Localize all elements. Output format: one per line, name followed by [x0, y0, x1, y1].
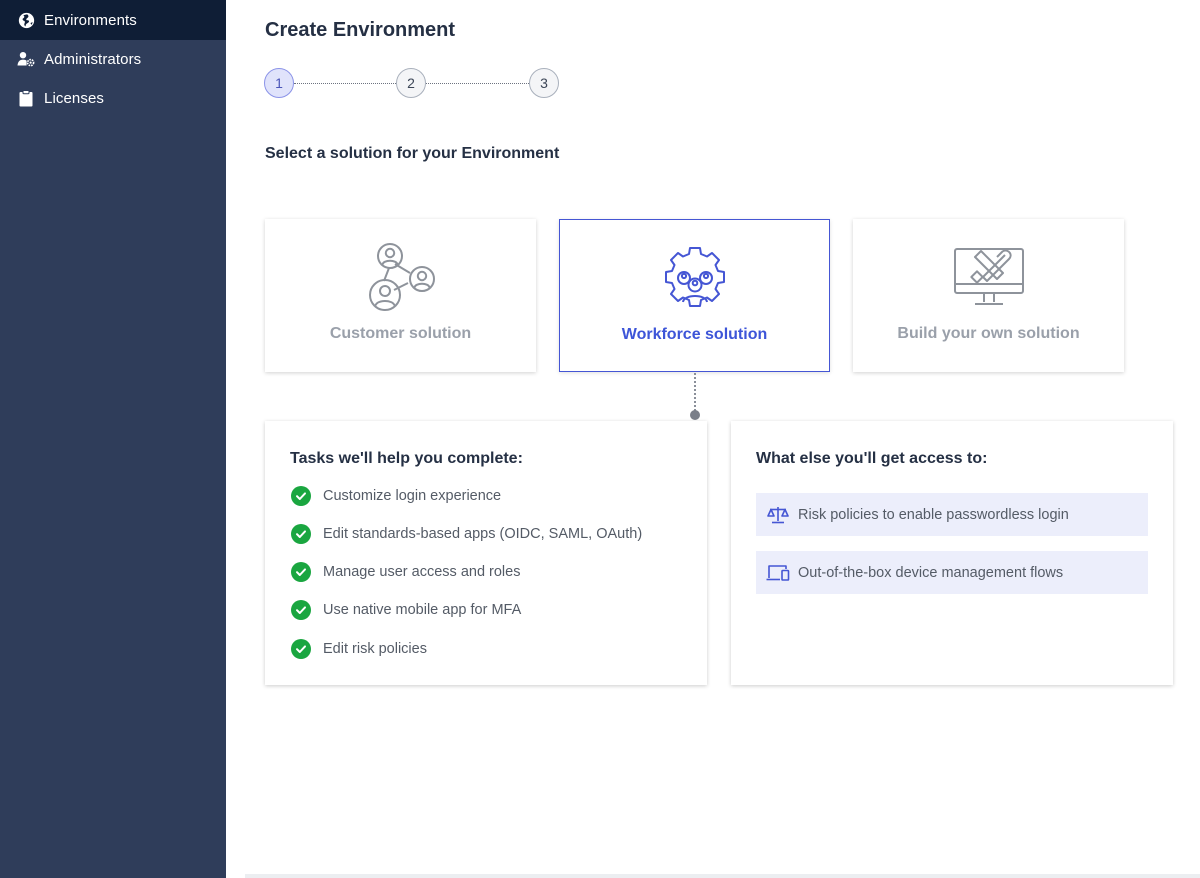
check-circle-icon	[291, 524, 311, 544]
app-root: Environments Administrators Licenses Cre…	[0, 0, 1200, 878]
devices-icon	[766, 563, 790, 583]
clipboard-icon	[17, 89, 35, 107]
tasks-panel-title: Tasks we'll help you complete:	[290, 450, 523, 467]
section-heading: Select a solution for your Environment	[265, 145, 560, 162]
scale-icon	[766, 505, 790, 525]
task-label: Edit standards-based apps (OIDC, SAML, O…	[323, 526, 643, 542]
task-item: Use native mobile app for MFA	[291, 599, 521, 621]
user-gear-icon	[17, 50, 35, 68]
bottom-divider	[245, 874, 1200, 878]
perk-label: Risk policies to enable passwordless log…	[798, 506, 1069, 523]
step-3[interactable]: 3	[529, 68, 559, 98]
check-circle-icon	[291, 600, 311, 620]
task-item: Manage user access and roles	[291, 561, 520, 583]
workforce-solution-card[interactable]: Workforce solution	[559, 219, 830, 372]
gear-people-icon	[664, 247, 725, 307]
perk-item: Risk policies to enable passwordless log…	[756, 493, 1148, 536]
monitor-tools-icon	[953, 248, 1024, 305]
selection-connector	[694, 373, 696, 411]
check-circle-icon	[291, 562, 311, 582]
build-your-own-solution-card[interactable]: Build your own solution	[853, 219, 1124, 372]
card-label: Workforce solution	[621, 326, 768, 343]
step-connector	[294, 83, 396, 84]
card-label: Customer solution	[329, 325, 472, 342]
task-label: Customize login experience	[323, 488, 502, 504]
task-item: Customize login experience	[291, 485, 501, 507]
step-connector	[426, 83, 529, 84]
sidebar: Environments Administrators Licenses	[0, 0, 226, 878]
sidebar-item-label: Environments	[44, 11, 137, 29]
step-2[interactable]: 2	[396, 68, 426, 98]
selection-connector-dot	[690, 410, 700, 420]
task-item: Edit standards-based apps (OIDC, SAML, O…	[291, 523, 642, 545]
check-circle-icon	[291, 639, 311, 659]
perk-label: Out-of-the-box device management flows	[798, 564, 1064, 581]
page-title: Create Environment	[265, 19, 456, 41]
card-label: Build your own solution	[897, 325, 1080, 342]
sidebar-item-label: Licenses	[44, 89, 105, 107]
customer-solution-card[interactable]: Customer solution	[265, 219, 536, 372]
task-label: Manage user access and roles	[323, 564, 521, 580]
perk-item: Out-of-the-box device management flows	[756, 551, 1148, 594]
tasks-panel: Tasks we'll help you complete: Customize…	[265, 421, 707, 685]
step-1[interactable]: 1	[264, 68, 294, 98]
sidebar-item-environments[interactable]: Environments	[0, 0, 226, 40]
task-label: Use native mobile app for MFA	[323, 602, 522, 618]
sidebar-item-administrators[interactable]: Administrators	[0, 39, 226, 79]
task-item: Edit risk policies	[291, 638, 427, 660]
globe-icon	[17, 11, 35, 29]
sidebar-item-label: Administrators	[44, 50, 142, 68]
people-network-icon	[368, 243, 435, 311]
stepper: 1 2 3	[264, 68, 564, 100]
sidebar-item-licenses[interactable]: Licenses	[0, 78, 226, 118]
access-panel: What else you'll get access to: Risk pol…	[731, 421, 1173, 685]
task-label: Edit risk policies	[323, 641, 427, 657]
access-panel-title: What else you'll get access to:	[756, 450, 988, 467]
main-content: Create Environment 1 2 3 Select a soluti…	[226, 0, 1200, 878]
check-circle-icon	[291, 486, 311, 506]
